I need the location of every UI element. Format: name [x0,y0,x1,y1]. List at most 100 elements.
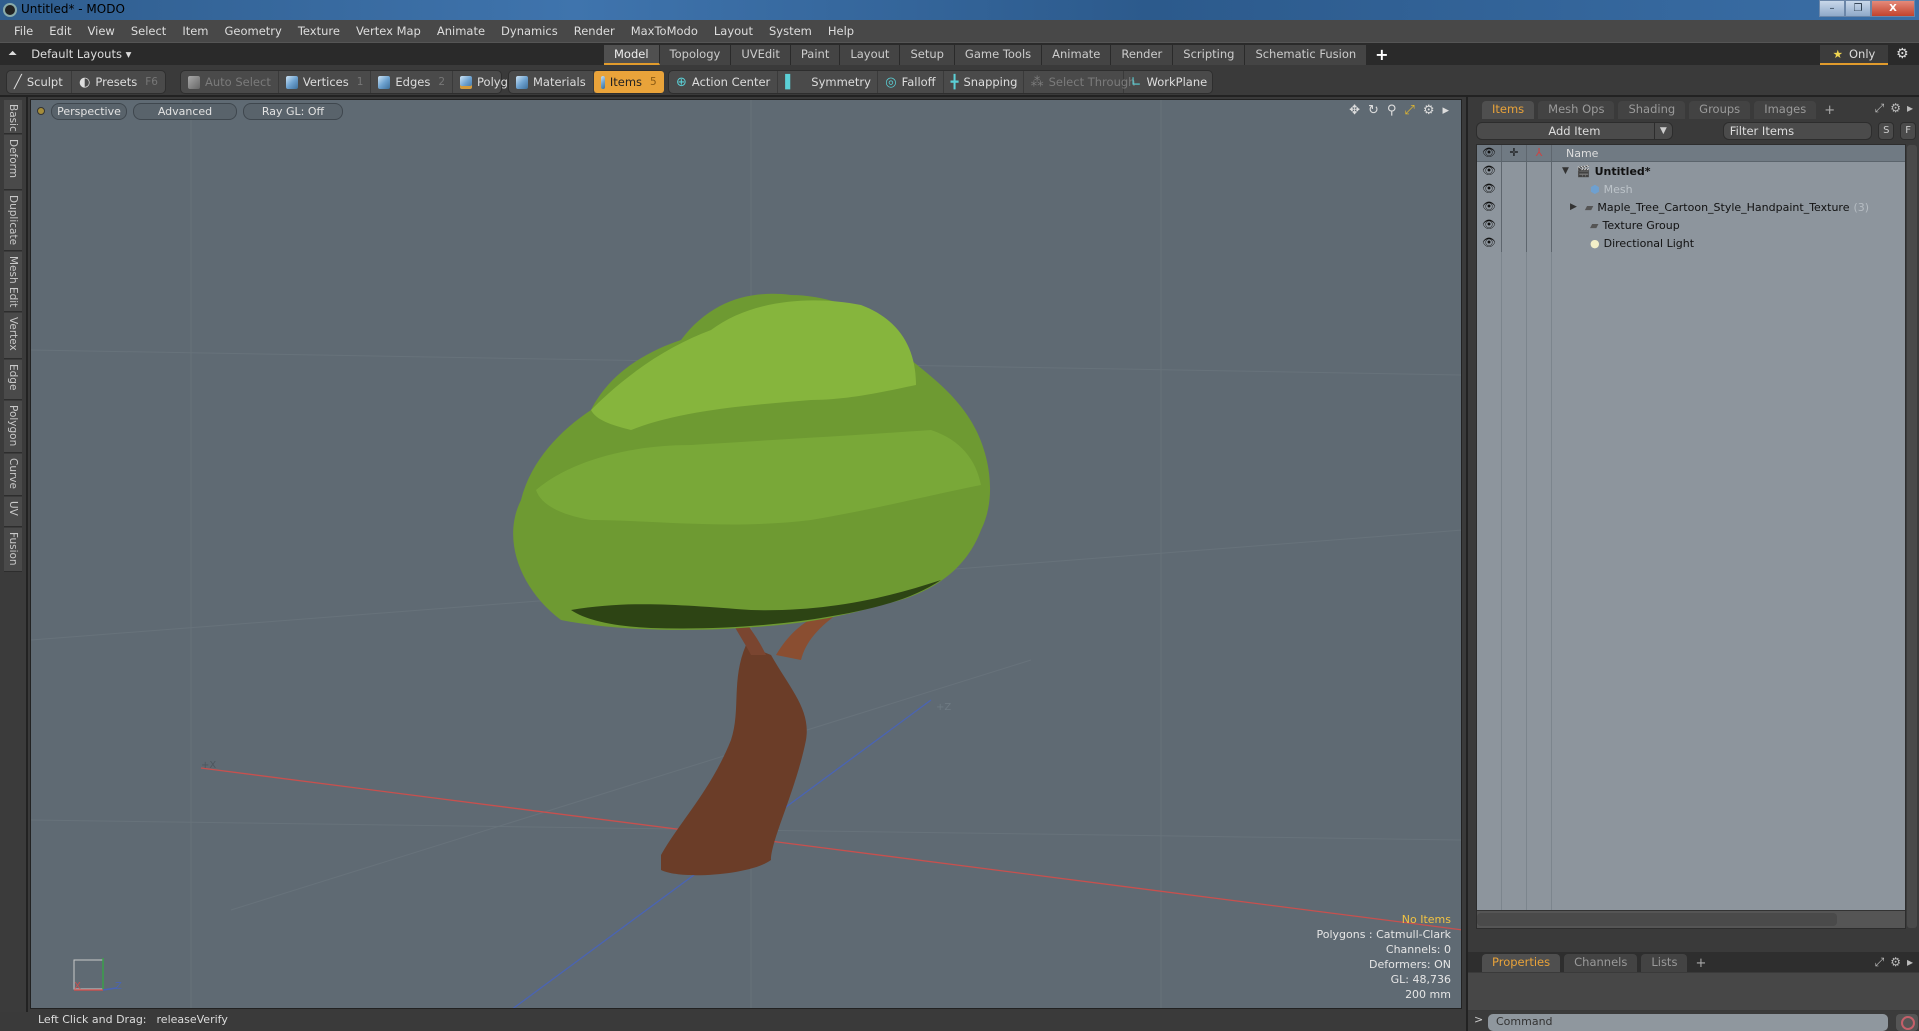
vtab-duplicate[interactable]: Duplicate [4,191,22,251]
tab-images[interactable]: Images [1754,101,1817,119]
rotate-icon[interactable]: ↻ [1368,103,1379,118]
default-layouts-dropdown[interactable]: Default Layouts ▾ [31,47,131,61]
minimize-button[interactable]: – [1819,0,1845,17]
name-column-header[interactable]: Name [1552,147,1598,160]
menu-vertex-map[interactable]: Vertex Map [348,24,429,38]
materials-button[interactable]: Materials [509,71,594,93]
vertices-button[interactable]: Vertices 1 [279,71,372,93]
edges-button[interactable]: Edges 2 [371,71,454,93]
horizontal-scrollbar[interactable] [1477,910,1905,928]
filter-s-button[interactable]: S [1878,122,1895,140]
expand-panel-icon[interactable]: ⤢ [1875,101,1885,116]
chevron-down-icon[interactable]: ▼ [1653,123,1672,139]
auto-select-button[interactable]: Auto Select [181,71,279,93]
layout-tab-paint[interactable]: Paint [790,45,841,65]
vtab-uv[interactable]: UV [4,497,22,527]
layout-tab-uvedit[interactable]: UVEdit [731,45,791,65]
items-button[interactable]: Items 5 [593,71,664,93]
view-mode-dropdown[interactable]: Perspective [51,102,127,120]
falloff-button[interactable]: ◎ Falloff [878,71,944,93]
expand-triangle-icon[interactable]: ▶ [1570,202,1577,212]
add-item-dropdown[interactable]: Add Item ▼ [1476,122,1673,140]
layout-tab-model[interactable]: Model [604,45,660,65]
add-layout-tab-button[interactable]: + [1367,45,1396,65]
eye-icon[interactable]: 👁 [1477,234,1502,252]
only-toggle-button[interactable]: ★ Only [1820,45,1888,65]
tab-properties[interactable]: Properties [1482,954,1561,972]
menu-texture[interactable]: Texture [290,24,348,38]
vtab-mesh-edit[interactable]: Mesh Edit [4,252,22,312]
3d-viewport[interactable]: +X +Z X Z Perspective Advanced Ray GL: O… [30,99,1462,1009]
eye-icon[interactable]: 👁 [1477,216,1502,234]
menu-geometry[interactable]: Geometry [217,24,290,38]
menu-system[interactable]: System [761,24,820,38]
layout-tab-topology[interactable]: Topology [659,45,732,65]
layout-tab-scripting[interactable]: Scripting [1173,45,1246,65]
tab-mesh-ops[interactable]: Mesh Ops [1538,101,1615,119]
tab-channels[interactable]: Channels [1564,954,1638,972]
workplane-button[interactable]: ∟ WorkPlane [1124,71,1215,93]
menu-layout[interactable]: Layout [706,24,761,38]
shading-mode-dropdown[interactable]: Advanced [133,102,237,120]
menu-file[interactable]: File [6,24,41,38]
viewport-settings-gear-icon[interactable]: ⚙ [1423,103,1435,118]
layout-tab-game-tools[interactable]: Game Tools [954,45,1043,65]
expand-panel-icon[interactable]: ⤢ [1875,955,1885,970]
presets-button[interactable]: ◐ Presets F6 [72,71,165,93]
vtab-fusion[interactable]: Fusion [4,528,22,572]
eye-icon[interactable]: 👁 [1477,180,1502,198]
panel-gear-icon[interactable]: ⚙ [1890,101,1901,116]
command-input[interactable]: Command [1488,1014,1888,1031]
tab-items[interactable]: Items [1482,101,1535,119]
close-button[interactable]: X [1871,0,1915,17]
scrollbar-thumb[interactable] [1477,913,1837,926]
menu-dynamics[interactable]: Dynamics [493,24,566,38]
visibility-column-eye-icon[interactable]: 👁 [1477,145,1502,161]
eye-icon[interactable]: 👁 [1477,162,1502,180]
tree-model[interactable] [513,293,991,876]
record-macro-button[interactable] [1896,1014,1918,1031]
menu-maxtomodo[interactable]: MaxToModo [623,24,706,38]
action-center-button[interactable]: ⊕ Action Center [669,71,779,93]
menu-edit[interactable]: Edit [41,24,79,38]
filter-items-input[interactable]: Filter Items [1722,122,1873,140]
gear-icon[interactable]: ⚙ [1896,46,1909,62]
pan-icon[interactable]: ✥ [1349,103,1360,118]
menu-render[interactable]: Render [566,24,623,38]
add-properties-tab-button[interactable]: + [1691,955,1710,972]
layout-tab-render[interactable]: Render [1111,45,1174,65]
restore-button[interactable]: ❐ [1845,0,1871,17]
panel-gear-icon[interactable]: ⚙ [1890,955,1901,970]
vtab-deform[interactable]: Deform [4,135,22,190]
list-item[interactable]: 👁 ▼ 🎬 Untitled* [1477,162,1905,180]
tab-lists[interactable]: Lists [1641,954,1688,972]
panel-arrow-icon[interactable]: ▸ [1907,955,1913,970]
tab-groups[interactable]: Groups [1689,101,1751,119]
layout-tab-animate[interactable]: Animate [1042,45,1112,65]
tab-shading[interactable]: Shading [1618,101,1686,119]
list-item[interactable]: 👁 ▰ Texture Group [1477,216,1905,234]
raygl-toggle[interactable]: Ray GL: Off [243,102,343,120]
menu-select[interactable]: Select [123,24,174,38]
list-item[interactable]: 👁 ● Directional Light [1477,234,1905,252]
select-through-button[interactable]: ⁂ Select Through [1024,71,1135,93]
lock-column-icon[interactable]: ✛ [1502,145,1527,161]
list-item[interactable]: 👁 ▶ ▰ Maple_Tree_Cartoon_Style_Handpaint… [1477,198,1905,216]
symmetry-button[interactable]: ▌ Symmetry [778,71,879,93]
vtab-polygon[interactable]: Polygon [4,401,22,453]
vtab-basic[interactable]: Basic [4,100,22,134]
snapping-button[interactable]: ╋ Snapping [944,71,1024,93]
menu-animate[interactable]: Animate [429,24,493,38]
sculpt-button[interactable]: ╱ Sculpt [7,71,73,93]
vtab-curve[interactable]: Curve [4,454,22,496]
collapse-up-icon[interactable]: ⏶ [8,46,17,61]
vtab-edge[interactable]: Edge [4,360,22,400]
eye-icon[interactable]: 👁 [1477,198,1502,216]
menu-item[interactable]: Item [174,24,216,38]
vertical-scrollbar[interactable] [1907,145,1917,928]
layout-tab-setup[interactable]: Setup [900,45,955,65]
layout-tab-layout[interactable]: Layout [840,45,901,65]
expand-triangle-icon[interactable]: ▼ [1562,166,1569,176]
menu-help[interactable]: Help [820,24,862,38]
zoom-icon[interactable]: ⚲ [1387,103,1397,118]
